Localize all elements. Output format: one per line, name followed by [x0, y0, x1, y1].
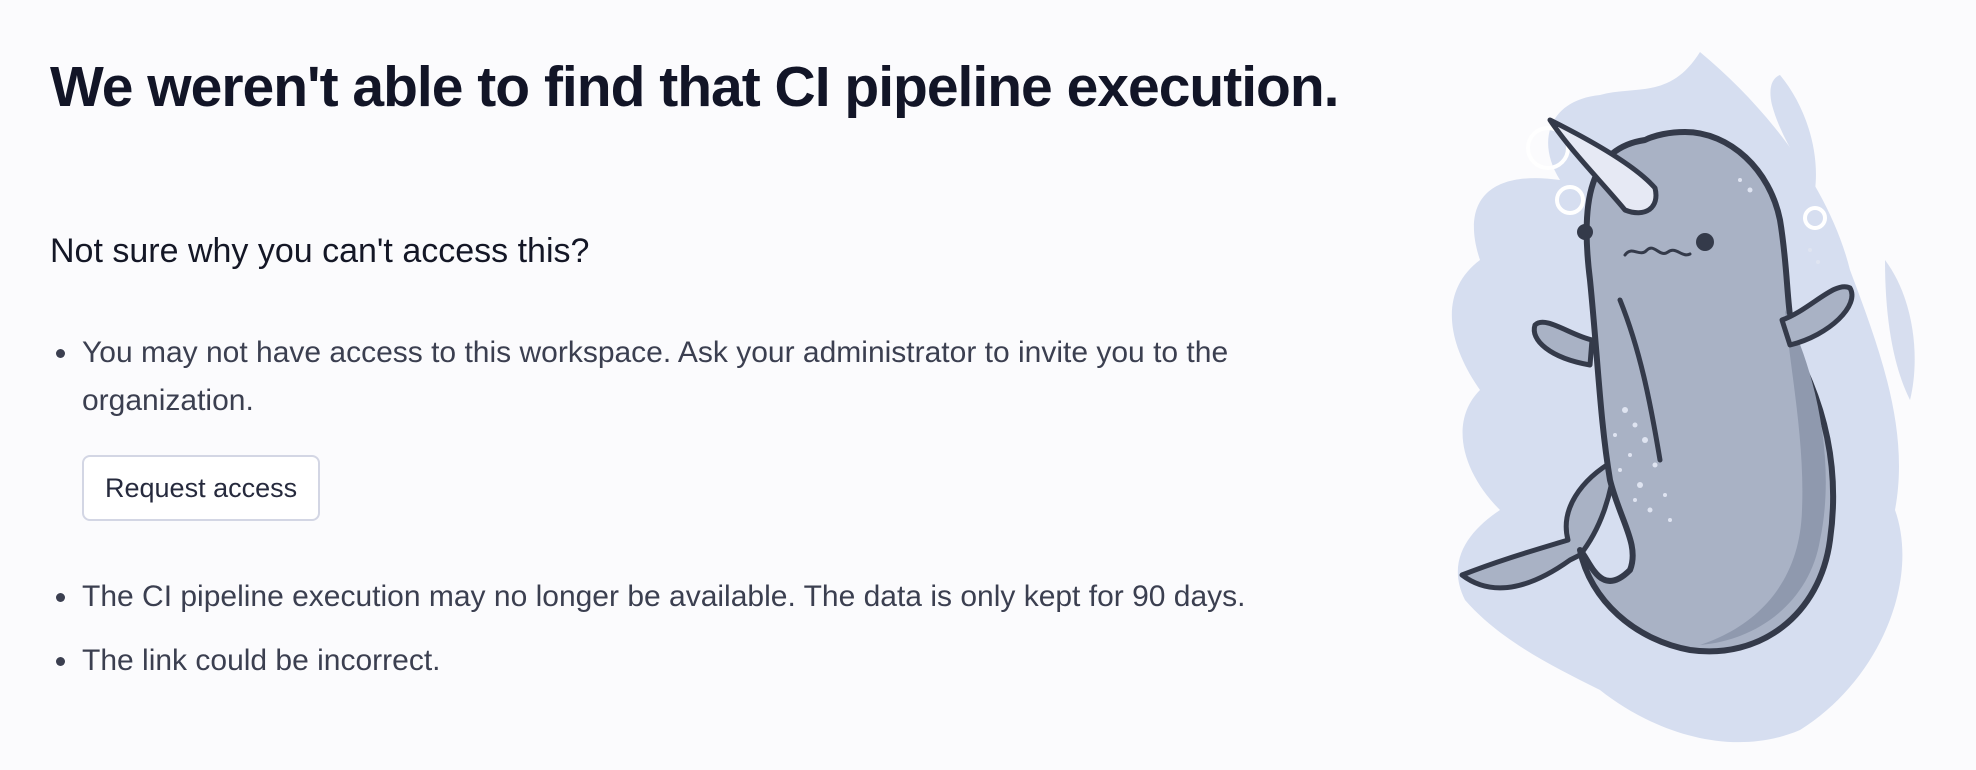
access-help-heading: Not sure why you can't access this?	[50, 232, 590, 270]
bullet-icon	[56, 593, 65, 602]
reason-bad-link: The link could be incorrect.	[50, 637, 441, 685]
reason-text: The CI pipeline execution may no longer …	[82, 580, 1246, 613]
narwhal-illustration	[1451, 52, 1915, 743]
reason-expired: The CI pipeline execution may no longer …	[50, 573, 1410, 621]
page-title: We weren't able to find that CI pipeline…	[50, 55, 1339, 119]
bullet-icon	[56, 349, 65, 358]
reason-text: You may not have access to this workspac…	[82, 336, 1229, 417]
request-access-button[interactable]: Request access	[82, 455, 321, 521]
reason-text: The link could be incorrect.	[82, 644, 441, 677]
reason-no-access: You may not have access to this workspac…	[50, 329, 1360, 425]
bullet-icon	[56, 657, 65, 666]
